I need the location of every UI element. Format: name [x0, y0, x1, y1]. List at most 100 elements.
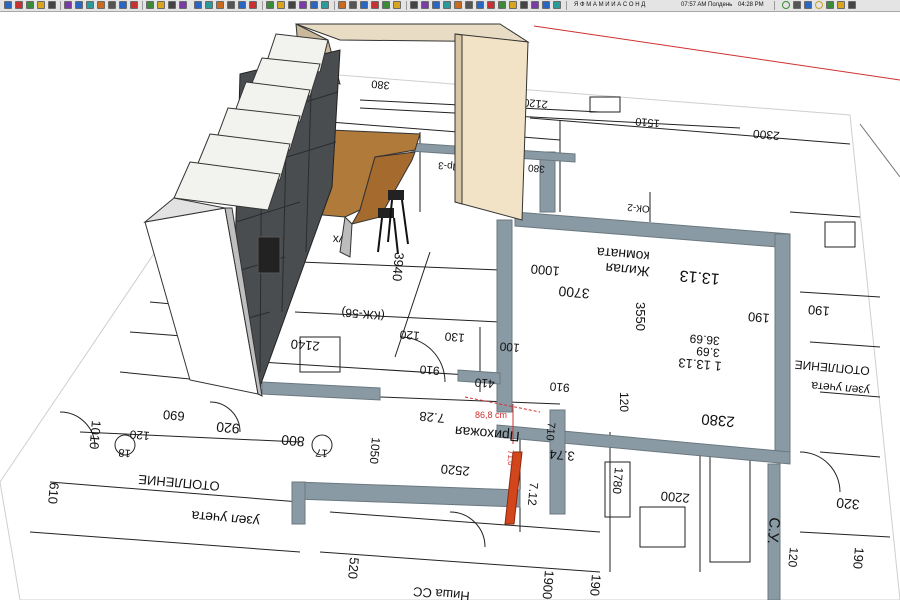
guides-icon[interactable]: [531, 1, 539, 9]
kitchen-dim-3940: 3940: [389, 252, 406, 282]
sandbox-icon[interactable]: [432, 1, 440, 9]
select-tool-icon[interactable]: [4, 1, 12, 9]
toolbar-separator: [60, 1, 61, 10]
bath-dim-2200: 2200: [660, 488, 690, 505]
section-cut-icon[interactable]: [360, 1, 368, 9]
3d-text-icon[interactable]: [553, 1, 561, 9]
wood-wall-front: [454, 33, 529, 221]
dimension-tool-icon[interactable]: [130, 1, 138, 9]
text-tool-icon[interactable]: [542, 1, 550, 9]
orbit-icon[interactable]: [146, 1, 154, 9]
zoom-extents-icon[interactable]: [179, 1, 187, 9]
section-display-icon[interactable]: [349, 1, 357, 9]
oven: [257, 236, 281, 274]
top-view-icon[interactable]: [205, 1, 213, 9]
shadow-months-label[interactable]: Я Ф М А М И И А С О Н Д: [574, 1, 645, 9]
living-area-code-3: 3.69: [695, 344, 720, 360]
plan-dim-2120: 2120: [523, 96, 548, 110]
left-dim-1900: 1900: [539, 570, 556, 600]
person-icon[interactable]: [826, 1, 834, 9]
living-dim-190: 190: [747, 309, 770, 326]
left-num-17: 17: [315, 446, 328, 459]
wireframe-style-icon[interactable]: [277, 1, 285, 9]
shadows-toggle-icon[interactable]: [410, 1, 418, 9]
viewport-canvas[interactable]: 2120 1510 2300 380 380 13.13 Жилая комна…: [0, 12, 900, 600]
left-dim-120: 120: [129, 427, 150, 443]
left-dim-920: 920: [215, 419, 240, 437]
toolbar-separator: [142, 1, 143, 10]
toolbar-separator: [262, 1, 263, 10]
fog-toggle-icon[interactable]: [421, 1, 429, 9]
paint-bucket-icon[interactable]: [26, 1, 34, 9]
wood-wall-edge: [454, 33, 463, 205]
redo-icon[interactable]: [804, 1, 812, 9]
rotate-tool-icon[interactable]: [86, 1, 94, 9]
living-dim-120: 120: [617, 392, 631, 412]
position-camera-icon[interactable]: [498, 1, 506, 9]
eraser-tool-icon[interactable]: [15, 1, 23, 9]
bath-dim-1780: 1780: [610, 467, 626, 495]
front-view-icon[interactable]: [216, 1, 224, 9]
kitchen-dim-2140: 2140: [290, 336, 320, 353]
component-icon[interactable]: [382, 1, 390, 9]
kitchen-dim-100: 100: [499, 339, 520, 355]
photo-match-icon[interactable]: [465, 1, 473, 9]
left-dim-190: 190: [587, 574, 604, 597]
tape-measure-icon[interactable]: [119, 1, 127, 9]
toolbar-separator: [566, 1, 567, 10]
move-tool-icon[interactable]: [75, 1, 83, 9]
line-tool-icon[interactable]: [37, 1, 45, 9]
zoom-icon[interactable]: [168, 1, 176, 9]
look-around-icon[interactable]: [487, 1, 495, 9]
right-dim-190: 190: [807, 302, 830, 319]
kitchen-dim-910: 910: [419, 362, 440, 378]
xray-style-icon[interactable]: [266, 1, 274, 9]
sun-icon[interactable]: [815, 1, 823, 9]
textured-style-icon[interactable]: [310, 1, 318, 9]
push-pull-icon[interactable]: [64, 1, 72, 9]
section-plane-icon[interactable]: [338, 1, 346, 9]
hall-ok2: ОК-2: [626, 201, 650, 214]
plan-dim-1510: 1510: [635, 115, 660, 129]
back-view-icon[interactable]: [238, 1, 246, 9]
undo-icon[interactable]: [793, 1, 801, 9]
plan-dim-2300: 2300: [752, 127, 780, 143]
plan-dim-380b: 380: [527, 162, 545, 174]
settings-icon[interactable]: [782, 1, 790, 9]
hall-area: 7.28: [419, 409, 446, 426]
field-of-view-icon[interactable]: [509, 1, 517, 9]
right-dim-320: 320: [835, 495, 860, 513]
left-view-icon[interactable]: [249, 1, 257, 9]
axes-icon[interactable]: [520, 1, 528, 9]
extension-icon[interactable]: [454, 1, 462, 9]
layer-icon[interactable]: [371, 1, 379, 9]
right-view-icon[interactable]: [227, 1, 235, 9]
tools-icon[interactable]: [848, 1, 856, 9]
offset-tool-icon[interactable]: [108, 1, 116, 9]
scale-tool-icon[interactable]: [97, 1, 105, 9]
left-num-18: 18: [118, 446, 131, 459]
pan-icon[interactable]: [157, 1, 165, 9]
group-icon[interactable]: [393, 1, 401, 9]
bath-su: С.У.: [764, 517, 783, 545]
right-dim-120: 120: [785, 547, 801, 568]
hall-dim-2520: 2520: [440, 461, 470, 478]
arc-tool-icon[interactable]: [48, 1, 56, 9]
sheet-edge: [859, 123, 900, 178]
left-dim-800: 800: [280, 432, 305, 450]
right-dim-190b: 190: [850, 547, 867, 570]
bar-stool-1: [388, 190, 404, 200]
model-viewport[interactable]: 2120 1510 2300 380 380 13.13 Жилая комна…: [0, 12, 900, 600]
shaded-style-icon[interactable]: [299, 1, 307, 9]
monochrome-style-icon[interactable]: [321, 1, 329, 9]
warehouse-icon[interactable]: [443, 1, 451, 9]
kitchen-dim-120: 120: [399, 327, 420, 343]
walk-icon[interactable]: [476, 1, 484, 9]
living-dim-910: 910: [549, 379, 570, 395]
geo-location-icon[interactable]: [837, 1, 845, 9]
left-dim-610: 610: [45, 482, 62, 505]
hidden-line-style-icon[interactable]: [288, 1, 296, 9]
left-dim-1010: 1010: [86, 420, 103, 450]
iso-view-icon[interactable]: [194, 1, 202, 9]
shadow-time-end: 04:28 PM: [738, 2, 764, 8]
